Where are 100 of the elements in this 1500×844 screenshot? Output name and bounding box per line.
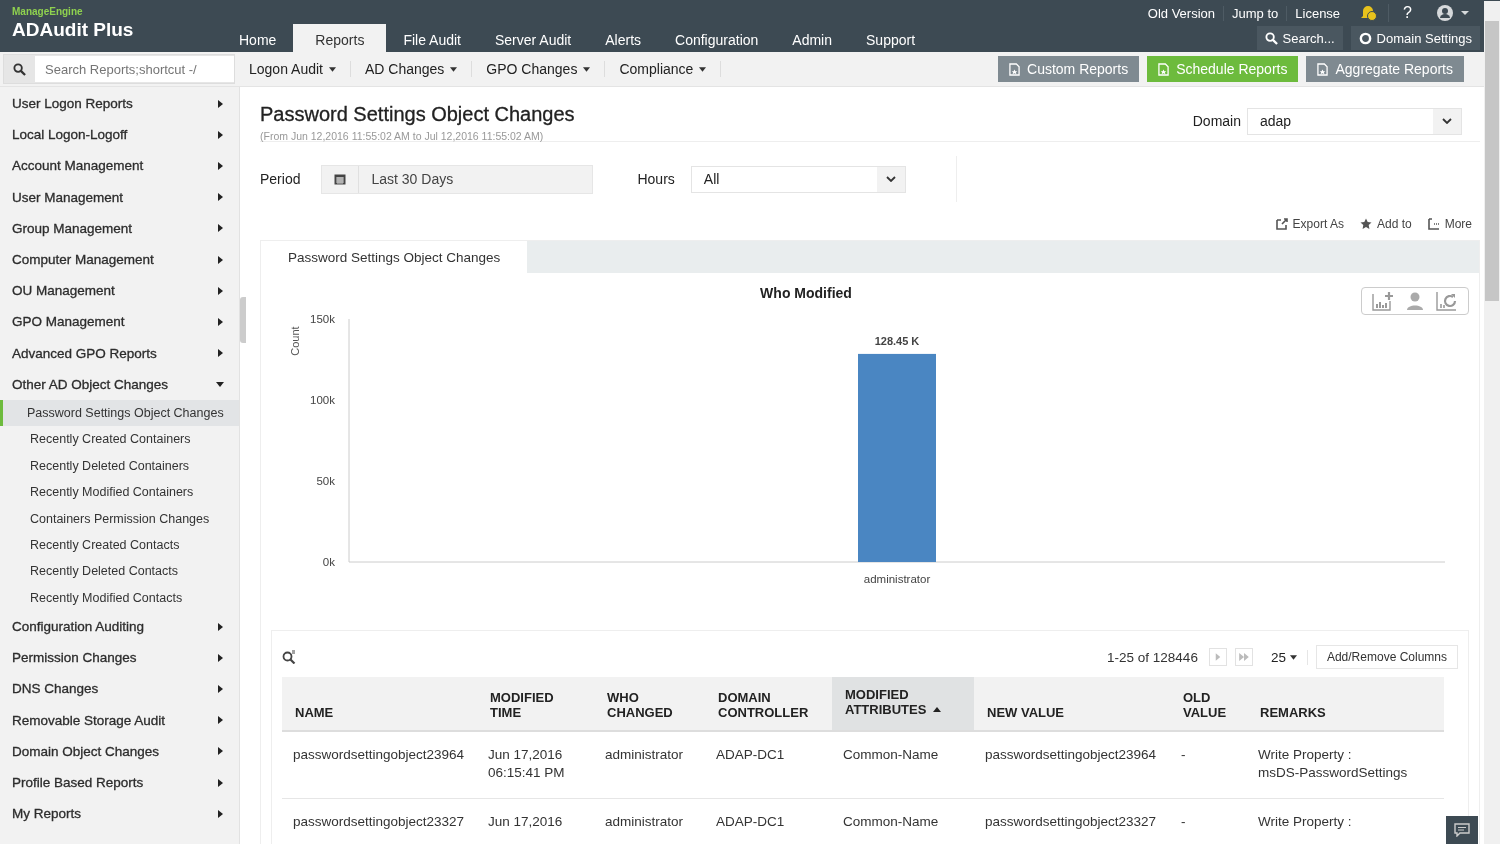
sidebar-item[interactable]: OU Management	[0, 275, 239, 307]
report-title: Password Settings Object Changes	[260, 103, 575, 126]
report-menu[interactable]: Compliance	[605, 61, 722, 77]
nav-tab[interactable]: Support	[849, 24, 933, 52]
nav-tab[interactable]: Reports	[293, 24, 387, 52]
table-cell: ADAP-DC1	[705, 798, 832, 844]
next-page-button[interactable]	[1208, 648, 1227, 666]
help-link[interactable]: ?	[1388, 4, 1426, 22]
sidebar-item[interactable]: User Logon Reports	[0, 88, 239, 120]
sidebar-item[interactable]: DNS Changes	[0, 673, 239, 705]
report-action-button[interactable]: Custom Reports	[998, 56, 1140, 82]
caret-icon	[699, 66, 707, 72]
sidebar-item[interactable]: Local Logon-Logoff	[0, 119, 239, 151]
tool-icon	[1427, 218, 1440, 230]
table-cell: ADAP-DC1	[705, 731, 832, 799]
sidebar-subitem[interactable]: Containers Permission Changes	[0, 505, 239, 532]
sidebar-item[interactable]: Advanced GPO Reports	[0, 337, 239, 369]
table-cell: Jun 17,2016	[477, 798, 594, 844]
add-remove-columns-button[interactable]: Add/Remove Columns	[1315, 645, 1458, 669]
sidebar-subitem[interactable]: Recently Modified Containers	[0, 479, 239, 506]
sidebar-subitem[interactable]: Recently Modified Contacts	[0, 584, 239, 611]
caret-icon	[450, 66, 458, 72]
last-page-button[interactable]	[1234, 648, 1253, 666]
nav-tab[interactable]: Alerts	[588, 24, 659, 52]
date-range: (From Jun 12,2016 11:55:02 AM to Jul 12,2016 11:55:02 AM)	[260, 130, 545, 142]
column-header[interactable]: MODIFIED TIME	[477, 677, 594, 731]
sidebar-item[interactable]: Configuration Auditing	[0, 611, 239, 643]
nav-tab[interactable]: File Audit	[386, 24, 478, 52]
sidebar-item[interactable]: GPO Management	[0, 306, 239, 338]
column-header[interactable]: NEW VALUE	[974, 677, 1170, 731]
hours-select[interactable]: All	[690, 165, 906, 193]
period-field[interactable]: Last 30 Days	[321, 164, 594, 194]
report-search-field[interactable]: Search Reports;shortcut -/	[3, 54, 235, 84]
header-link[interactable]: License	[1286, 5, 1349, 21]
report-menu[interactable]: AD Changes	[350, 61, 473, 77]
add-chart-icon[interactable]	[1372, 291, 1394, 311]
column-header[interactable]: MODIFIED ATTRIBUTES	[832, 677, 974, 731]
nav-tab[interactable]: Configuration	[658, 24, 776, 52]
users-icon[interactable]	[1405, 291, 1425, 311]
sidebar-toggle-handle[interactable]	[240, 297, 246, 343]
sidebar-subitem[interactable]: Recently Deleted Contacts	[0, 558, 239, 585]
period-label: Period	[260, 171, 301, 187]
header-link[interactable]: Old Version	[1139, 5, 1224, 21]
y-axis-label: Count	[289, 326, 301, 356]
sidebar-subitem[interactable]: Password Settings Object Changes	[0, 399, 239, 427]
hours-label: Hours	[637, 171, 675, 187]
column-header[interactable]: DOMAIN CONTROLLER	[705, 677, 832, 731]
last-icon	[1238, 653, 1249, 661]
report-action-button[interactable]: Aggregate Reports	[1306, 56, 1464, 82]
table-cell: Jun 17,2016 06:15:41 PM	[477, 731, 594, 799]
tool-icon	[1275, 218, 1288, 230]
scrollbar[interactable]	[1484, 1, 1500, 844]
report-tool-link[interactable]: Export As	[1275, 217, 1344, 231]
sidebar-item[interactable]: User Management	[0, 181, 239, 213]
chevron-down-icon	[1442, 118, 1452, 124]
sort-arrow-icon	[933, 707, 942, 712]
domain-settings-button[interactable]: Domain Settings	[1350, 26, 1480, 50]
sidebar-item[interactable]: Computer Management	[0, 243, 239, 276]
sidebar-item[interactable]: Removable Storage Audit	[0, 704, 239, 736]
chart-title: Who Modified	[760, 285, 852, 301]
report-tool-link[interactable]: More	[1427, 217, 1472, 231]
table-cell: passwordsettingobject23327	[974, 798, 1170, 844]
sidebar-subitem[interactable]: Recently Created Contacts	[0, 531, 239, 559]
bar-value-label: 128.45 K	[874, 334, 920, 347]
y-tick-label: 150k	[310, 313, 335, 325]
refresh-chart-icon[interactable]	[1436, 291, 1458, 311]
sidebar-subitem[interactable]: Recently Created Containers	[0, 426, 239, 453]
header-link[interactable]: Jump to	[1223, 5, 1287, 21]
table-search-icon[interactable]	[282, 650, 296, 664]
sidebar-item[interactable]: My Reports	[0, 798, 239, 830]
user-menu-icon[interactable]	[1436, 4, 1470, 22]
y-tick-label: 50k	[316, 475, 335, 487]
nav-tab[interactable]: Server Audit	[478, 24, 589, 52]
sidebar-item[interactable]: Other AD Object Changes	[0, 368, 239, 400]
sidebar-item[interactable]: Domain Object Changes	[0, 735, 239, 767]
column-header[interactable]: NAME	[282, 677, 477, 731]
caret-icon	[328, 66, 336, 72]
document-star-icon	[1009, 62, 1020, 76]
sidebar-subitem[interactable]: Recently Deleted Containers	[0, 452, 239, 480]
table-cell: administrator	[594, 731, 705, 799]
sidebar-item[interactable]: Account Management	[0, 150, 239, 182]
sidebar-item[interactable]: Group Management	[0, 212, 239, 244]
vendor-logo: ManageEngine	[12, 6, 84, 17]
report-menu[interactable]: Logon Audit	[235, 61, 351, 77]
sidebar-item[interactable]: Permission Changes	[0, 642, 239, 674]
report-tool-link[interactable]: Add to	[1359, 217, 1412, 231]
nav-tab[interactable]: Admin	[775, 24, 849, 52]
y-tick-label: 100k	[310, 394, 335, 406]
domain-select[interactable]: adap	[1247, 107, 1462, 135]
sidebar-item[interactable]: Profile Based Reports	[0, 766, 239, 799]
table-cell: passwordsettingobject23964	[282, 731, 477, 799]
nav-tab[interactable]: Home	[222, 24, 294, 52]
column-header[interactable]: OLD VALUE	[1170, 677, 1247, 731]
chat-button[interactable]	[1446, 816, 1478, 844]
column-header[interactable]: REMARKS	[1247, 677, 1444, 731]
header-search-button[interactable]: Search...	[1256, 26, 1343, 50]
report-menu[interactable]: GPO Changes	[472, 61, 606, 77]
column-header[interactable]: WHO CHANGED	[594, 677, 705, 731]
report-tab[interactable]: Password Settings Object Changes	[261, 241, 528, 273]
page-size-select[interactable]: 25	[1260, 649, 1308, 665]
